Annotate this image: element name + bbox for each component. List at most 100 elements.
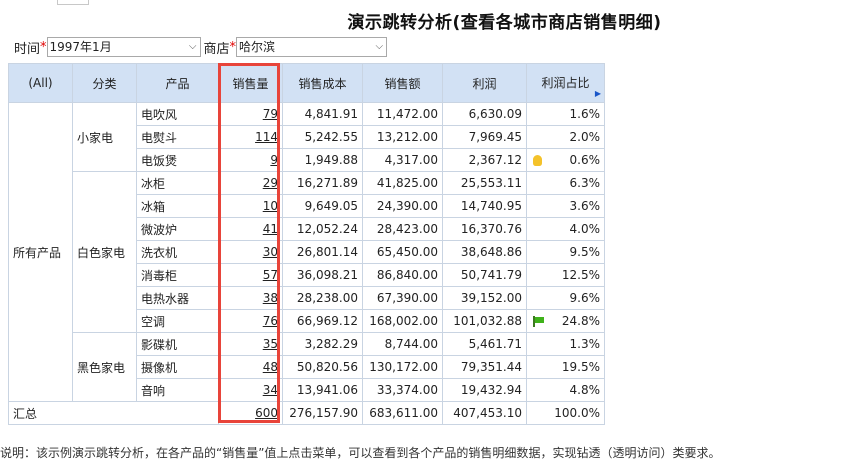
product-cell: 洗衣机 — [136, 240, 219, 264]
cost-cell: 26,801.14 — [282, 240, 363, 264]
cost-cell: 66,969.12 — [282, 309, 363, 333]
sales-cell: 65,450.00 — [362, 240, 443, 264]
time-select[interactable]: 1997年1月 ⌵ — [46, 37, 201, 57]
qty-link[interactable]: 30 — [263, 245, 278, 259]
filter-bar: 时间 * 1997年1月 ⌵ 商店 * 哈尔滨 ⌵ — [14, 37, 388, 57]
qty-link[interactable]: 9 — [270, 153, 278, 167]
store-select-value: 哈尔滨 — [239, 40, 276, 54]
chevron-down-icon: ⌵ — [375, 41, 384, 52]
page-title: 演示跳转分析(查看各城市商店销售明细) — [347, 13, 662, 33]
cost-cell: 16,271.89 — [282, 171, 363, 195]
report-table: (All) 分类 产品 销售量 销售成本 销售额 利润 利润占比 ▶ 所有产品 小… — [8, 63, 605, 425]
ratio-cell: 4.0% — [526, 217, 605, 241]
sales-cell: 67,390.00 — [362, 286, 443, 310]
total-qty-link[interactable]: 600 — [255, 406, 278, 420]
sales-cell: 8,744.00 — [362, 332, 443, 356]
product-header: 产品 — [136, 63, 219, 103]
sales-cell: 33,374.00 — [362, 378, 443, 402]
sales-cell: 24,390.00 — [362, 194, 443, 218]
qty-link[interactable]: 57 — [263, 268, 278, 282]
total-ratio-cell: 100.0% — [526, 401, 605, 425]
all-header[interactable]: (All) — [8, 63, 73, 103]
cost-cell: 1,949.88 — [282, 148, 363, 172]
profit-cell: 7,969.45 — [442, 125, 527, 149]
ratio-cell: 0.6% — [526, 148, 605, 172]
chevron-down-icon: ⌵ — [188, 41, 197, 52]
qty-cell: 114 — [218, 125, 283, 149]
qty-cell: 38 — [218, 286, 283, 310]
title-bar: 演示跳转分析(查看各城市商店销售明细) — [0, 8, 859, 33]
product-cell: 电吹风 — [136, 102, 219, 126]
qty-cell: 9 — [218, 148, 283, 172]
ratio-header: 利润占比 ▶ — [526, 63, 605, 103]
qty-link[interactable]: 38 — [263, 291, 278, 305]
total-sales-cell: 683,611.00 — [362, 401, 443, 425]
category-cell: 白色家电 — [72, 171, 137, 333]
profit-cell: 16,370.76 — [442, 217, 527, 241]
product-cell: 电热水器 — [136, 286, 219, 310]
product-cell: 摄像机 — [136, 355, 219, 379]
cost-cell: 50,820.56 — [282, 355, 363, 379]
cost-cell: 13,941.06 — [282, 378, 363, 402]
qty-link[interactable]: 76 — [263, 314, 278, 328]
category-cell: 小家电 — [72, 102, 137, 172]
triangle-right-icon[interactable]: ▶ — [595, 86, 601, 101]
profit-cell: 2,367.12 — [442, 148, 527, 172]
qty-link[interactable]: 41 — [263, 222, 278, 236]
table-row: 黑色家电 影碟机 35 3,282.29 8,744.00 5,461.71 1… — [9, 332, 605, 402]
qty-link[interactable]: 79 — [263, 107, 278, 121]
product-cell: 微波炉 — [136, 217, 219, 241]
qty-cell: 30 — [218, 240, 283, 264]
green-flag-icon — [533, 316, 544, 327]
qty-link[interactable]: 114 — [255, 130, 278, 144]
product-cell: 电熨斗 — [136, 125, 219, 149]
sales-cell: 41,825.00 — [362, 171, 443, 195]
store-filter-label: 商店 — [203, 41, 230, 57]
qty-cell: 41 — [218, 217, 283, 241]
total-qty-cell: 600 — [218, 401, 283, 425]
ratio-cell: 9.5% — [526, 240, 605, 264]
table-row: 白色家电 冰柜 29 16,271.89 41,825.00 25,553.11… — [9, 171, 605, 333]
store-select[interactable]: 哈尔滨 ⌵ — [236, 37, 388, 57]
qty-link[interactable]: 10 — [263, 199, 278, 213]
header-row: (All) 分类 产品 销售量 销售成本 销售额 利润 利润占比 ▶ — [8, 63, 605, 103]
qty-cell: 79 — [218, 102, 283, 126]
level1-cell: 所有产品 — [8, 102, 73, 402]
time-filter-label: 时间 — [14, 41, 41, 57]
profit-cell: 14,740.95 — [442, 194, 527, 218]
product-cell: 消毒柜 — [136, 263, 219, 287]
sales-cell: 86,840.00 — [362, 263, 443, 287]
qty-cell: 76 — [218, 309, 283, 333]
profit-cell: 39,152.00 — [442, 286, 527, 310]
ratio-cell: 2.0% — [526, 125, 605, 149]
product-cell: 冰箱 — [136, 194, 219, 218]
ratio-cell: 4.8% — [526, 378, 605, 402]
time-select-value: 1997年1月 — [49, 40, 112, 54]
qty-header: 销售量 — [218, 63, 283, 103]
table-row: 所有产品 小家电 电吹风 79 4,841.91 11,472.00 6,630… — [8, 102, 605, 402]
profit-cell: 50,741.79 — [442, 263, 527, 287]
ratio-header-label: 利润占比 — [541, 75, 590, 90]
qty-cell: 57 — [218, 263, 283, 287]
ratio-cell: 9.6% — [526, 286, 605, 310]
qty-link[interactable]: 48 — [263, 360, 278, 374]
product-cell: 影碟机 — [136, 332, 219, 356]
cost-cell: 5,242.55 — [282, 125, 363, 149]
cost-cell: 4,841.91 — [282, 102, 363, 126]
qty-link[interactable]: 34 — [263, 383, 278, 397]
ratio-cell: 19.5% — [526, 355, 605, 379]
ratio-cell: 3.6% — [526, 194, 605, 218]
qty-link[interactable]: 29 — [263, 176, 278, 190]
ratio-cell: 1.3% — [526, 332, 605, 356]
profit-cell: 19,432.94 — [442, 378, 527, 402]
lightbulb-icon — [533, 155, 542, 166]
product-cell: 电饭煲 — [136, 148, 219, 172]
sales-cell: 13,212.00 — [362, 125, 443, 149]
qty-link[interactable]: 35 — [263, 337, 278, 351]
ratio-cell: 6.3% — [526, 171, 605, 195]
product-cell: 冰柜 — [136, 171, 219, 195]
description-note: 说明：该示例演示跳转分析，在各产品的“销售量”值上点击菜单，可以查看到各个产品的… — [0, 446, 721, 460]
sales-header: 销售额 — [362, 63, 443, 103]
cost-cell: 12,052.24 — [282, 217, 363, 241]
ratio-cell: 24.8% — [526, 309, 605, 333]
